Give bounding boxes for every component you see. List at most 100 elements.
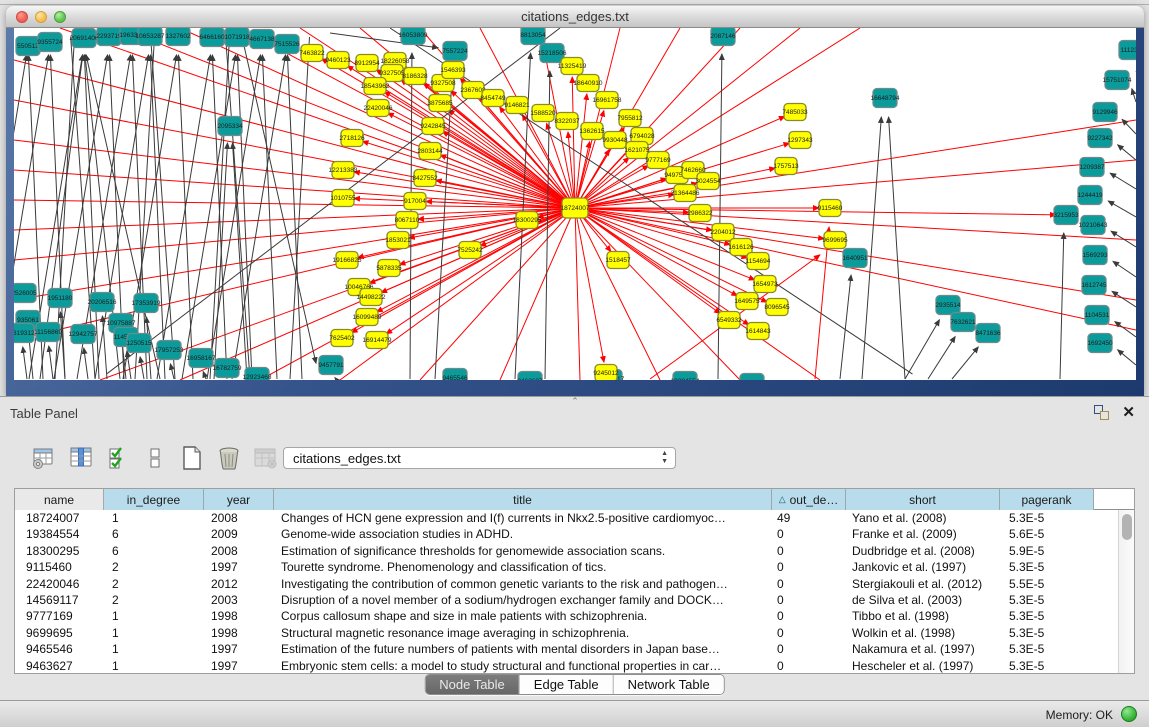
clear-selection-icon[interactable] [141, 444, 169, 472]
network-node-teal[interactable]: 9319312 [14, 324, 35, 343]
network-node-teal[interactable]: 1250515 [126, 334, 152, 353]
network-node-yellow[interactable]: 7525242 [457, 242, 483, 259]
network-node-teal[interactable]: 16958167 [187, 349, 216, 368]
network-node-teal[interactable]: 1640951 [842, 249, 868, 268]
network-node-yellow[interactable]: 1588520 [530, 105, 556, 122]
network-node-yellow[interactable]: 18543962 [361, 78, 390, 95]
network-node-yellow[interactable]: 12213383 [329, 162, 358, 179]
network-node-yellow[interactable]: 1362615 [579, 123, 605, 140]
select-all-checkboxes-icon[interactable] [104, 444, 132, 472]
network-node-teal[interactable]: 9463627 [517, 372, 543, 381]
zoom-window-icon[interactable] [54, 11, 66, 23]
network-node-yellow[interactable]: 7625402 [329, 330, 355, 347]
table-row[interactable]: 1456911722003Disruption of a novel membe… [15, 592, 1118, 608]
table-row[interactable]: 977716911998Corpus callosum shape and si… [15, 608, 1118, 624]
table-row[interactable]: 969969511998Structural magnetic resonanc… [15, 625, 1118, 641]
network-node-teal[interactable]: 1951180 [48, 289, 73, 308]
network-node-yellow[interactable]: 6549332 [716, 312, 742, 329]
network-node-yellow[interactable]: 16099489 [353, 309, 382, 326]
network-node-yellow[interactable]: 5878335 [376, 260, 402, 277]
table-row[interactable]: 911546021997Tourette syndrome. Phenomeno… [15, 559, 1118, 575]
splitter-handle[interactable]: ⌃ [568, 398, 582, 405]
new-document-icon[interactable] [178, 444, 206, 472]
network-node-teal[interactable]: 1209387 [1079, 158, 1105, 177]
tab-network-table[interactable]: Network Table [614, 675, 724, 694]
table-row[interactable]: 1872400712008Changes of HCN gene express… [15, 510, 1118, 526]
network-node-teal[interactable]: 2095334 [217, 117, 243, 136]
network-node-teal[interactable]: 17957253 [155, 341, 184, 360]
network-node-teal[interactable]: 2293719 [96, 28, 122, 46]
network-node-teal[interactable]: 20691406 [70, 29, 99, 48]
network-node-yellow[interactable]: 14498222 [357, 289, 386, 306]
network-node-teal[interactable]: 10653287 [136, 28, 165, 46]
network-node-teal[interactable]: 16053809 [399, 28, 428, 45]
network-node-yellow[interactable]: 8454749 [480, 90, 506, 107]
network-node-yellow[interactable]: 9777169 [645, 152, 671, 169]
network-node-yellow[interactable]: 7485033 [782, 104, 808, 121]
table-row[interactable]: 1830029562008Estimation of significance … [15, 543, 1118, 559]
network-node-teal[interactable]: 16782759 [213, 359, 242, 378]
column-header-pagerank[interactable]: pagerank [1000, 489, 1094, 510]
network-node-yellow[interactable]: 9460123 [325, 52, 351, 69]
network-node-yellow[interactable]: 22420046 [364, 100, 393, 117]
network-node-yellow[interactable]: 2803144 [417, 143, 443, 160]
network-node-teal[interactable]: 2935514 [935, 296, 961, 315]
scrollbar-thumb[interactable] [1122, 514, 1132, 540]
network-node-yellow[interactable]: 18640910 [574, 75, 603, 92]
network-node-yellow[interactable]: 9699695 [822, 232, 848, 249]
network-node-yellow[interactable]: 7463822 [299, 45, 325, 62]
float-panel-icon[interactable] [1094, 405, 1109, 420]
network-node-yellow[interactable]: 1614843 [745, 323, 771, 340]
table-row[interactable]: 946554611997Estimation of the future num… [15, 641, 1118, 657]
network-node-teal[interactable]: 1691447 [739, 374, 765, 381]
network-canvas[interactable]: 5505129355724206914062293719196337110653… [14, 28, 1136, 380]
column-header-title[interactable]: title [274, 489, 772, 510]
network-node-teal[interactable]: 10210643 [1079, 216, 1108, 235]
tab-edge-table[interactable]: Edge Table [520, 675, 614, 694]
close-panel-icon[interactable]: ✕ [1122, 403, 1135, 421]
network-node-teal[interactable]: 17353919 [132, 294, 161, 313]
network-node-teal[interactable]: 11156869 [34, 323, 62, 342]
network-node-teal[interactable]: 9129946 [1092, 103, 1118, 122]
table-settings-icon[interactable] [30, 444, 58, 472]
network-node-yellow[interactable]: 1621075 [624, 142, 650, 159]
vertical-scrollbar[interactable] [1118, 510, 1134, 673]
network-node-yellow[interactable]: 2986322 [687, 205, 713, 222]
network-window-titlebar[interactable]: citations_edges.txt [6, 6, 1144, 28]
network-node-yellow[interactable]: 9146821 [504, 97, 530, 114]
network-node-yellow[interactable]: 19166825 [333, 252, 362, 269]
network-node-teal[interactable]: 1071918 [224, 28, 250, 47]
network-node-yellow[interactable]: 8427552 [412, 170, 438, 187]
network-node-teal[interactable]: 1692450 [1087, 334, 1113, 353]
network-node-teal[interactable]: 15751074 [1103, 71, 1132, 90]
network-node-yellow[interactable]: 1154694 [746, 253, 771, 270]
network-node-yellow[interactable]: 16914479 [363, 332, 392, 349]
delete-trash-icon[interactable] [215, 444, 243, 472]
network-node-teal[interactable]: 20206516 [88, 293, 117, 312]
network-select-dropdown[interactable]: citations_edges.txt ▲▼ [283, 447, 676, 469]
network-node-yellow[interactable]: 1010755 [330, 190, 356, 207]
network-node-teal[interactable]: 4667138 [249, 30, 275, 49]
table-row[interactable]: 2242004622012Investigating the contribut… [15, 576, 1118, 592]
column-header-out_de[interactable]: △out_de… [772, 489, 846, 510]
network-node-teal[interactable]: 6466160 [199, 28, 225, 47]
network-node-yellow[interactable]: 1853021 [385, 232, 411, 249]
network-node-yellow[interactable]: 2718126 [339, 130, 365, 147]
network-node-teal[interactable]: 8813054 [520, 28, 546, 45]
network-node-yellow[interactable]: 9930448 [602, 132, 628, 149]
network-node-teal[interactable]: 9465546 [442, 369, 468, 381]
network-node-teal[interactable]: 1327602 [165, 28, 191, 46]
network-node-teal[interactable]: 9457791 [318, 356, 344, 375]
network-node-yellow[interactable]: 1649575 [734, 293, 760, 310]
network-node-teal[interactable]: 3215953 [1053, 206, 1079, 225]
network-node-yellow[interactable]: 1654973 [752, 276, 778, 293]
network-node-teal[interactable]: 9355724 [37, 33, 63, 52]
minimize-window-icon[interactable] [35, 11, 47, 23]
network-node-teal[interactable]: 7515526 [274, 35, 300, 54]
network-node-teal[interactable]: 2526005 [14, 284, 37, 303]
network-node-teal[interactable]: 12942757 [69, 325, 98, 344]
network-node-yellow[interactable]: 9115460 [818, 200, 843, 217]
import-table-icon-disabled[interactable] [252, 444, 280, 472]
network-node-teal[interactable]: 12923468 [243, 368, 272, 381]
network-node-yellow[interactable]: 3024554 [695, 173, 721, 190]
